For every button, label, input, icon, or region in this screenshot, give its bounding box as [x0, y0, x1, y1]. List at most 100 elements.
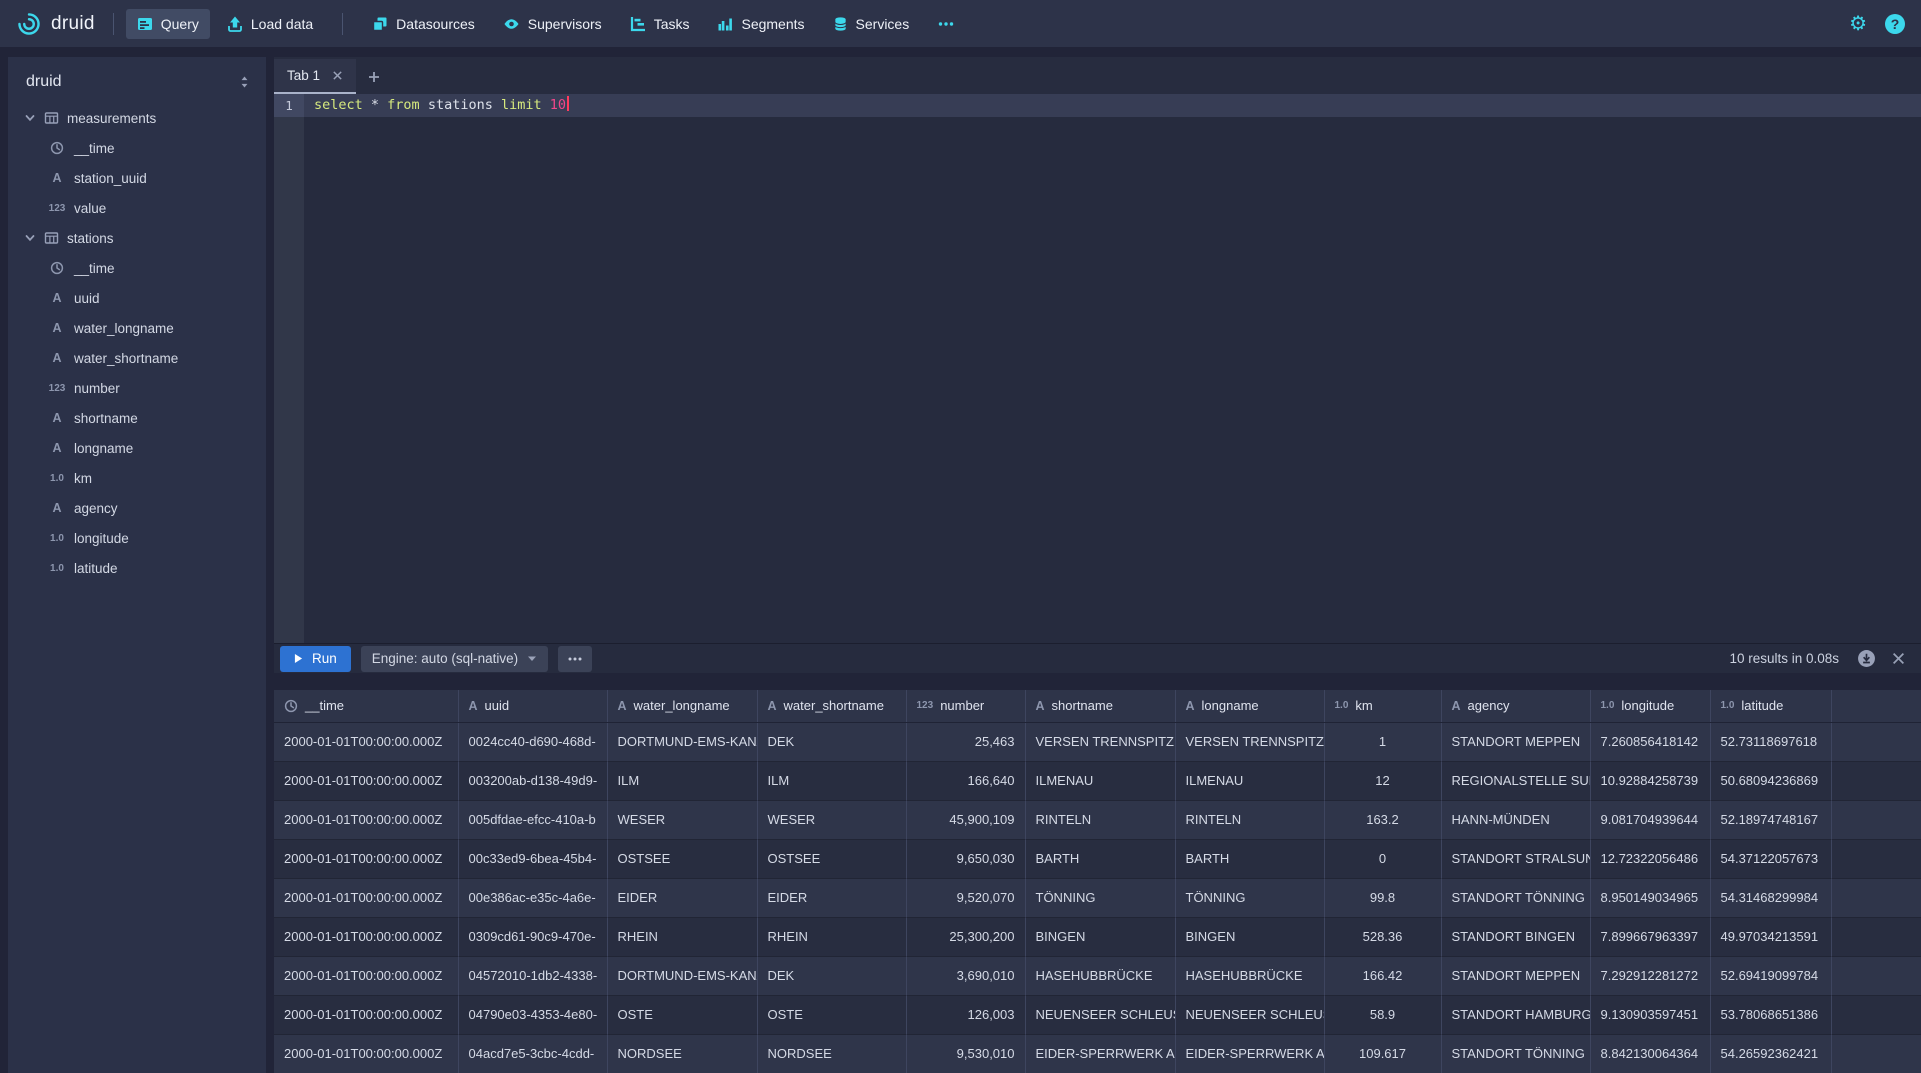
table-row[interactable]: 2000-01-01T00:00:00.000Z00c33ed9-6bea-45…	[274, 839, 1921, 878]
cell-shortname[interactable]: RINTELN	[1025, 800, 1175, 839]
nav-item-more[interactable]	[926, 9, 966, 39]
cell-water-shortname[interactable]: ILM	[757, 761, 906, 800]
query-more-button[interactable]	[558, 646, 592, 672]
tree-item-shortname[interactable]: Ashortname	[8, 403, 266, 433]
cell-water-shortname[interactable]: OSTSEE	[757, 839, 906, 878]
cell-longname[interactable]: VERSEN TRENNSPITZE	[1175, 722, 1324, 761]
cell-shortname[interactable]: TÖNNING	[1025, 878, 1175, 917]
cell-latitude[interactable]: 54.26592362421	[1710, 1034, 1831, 1073]
tree-item-time[interactable]: __time	[8, 133, 266, 163]
cell-time[interactable]: 2000-01-01T00:00:00.000Z	[274, 995, 458, 1034]
tree-item-station-uuid[interactable]: Astation_uuid	[8, 163, 266, 193]
nav-item-services[interactable]: Services	[822, 9, 921, 39]
column-header-time[interactable]: __time	[274, 690, 458, 722]
tab-close-icon[interactable]	[332, 70, 343, 81]
cell-time[interactable]: 2000-01-01T00:00:00.000Z	[274, 839, 458, 878]
cell-uuid[interactable]: 003200ab-d138-49d9-	[458, 761, 607, 800]
cell-water-longname[interactable]: RHEIN	[607, 917, 757, 956]
cell-time[interactable]: 2000-01-01T00:00:00.000Z	[274, 761, 458, 800]
cell-water-shortname[interactable]: EIDER	[757, 878, 906, 917]
sql-line[interactable]: select * from stations limit 10	[304, 94, 1921, 117]
cell-uuid[interactable]: 00c33ed9-6bea-45b4-	[458, 839, 607, 878]
column-header-number[interactable]: 123number	[906, 690, 1025, 722]
cell-water-longname[interactable]: ILM	[607, 761, 757, 800]
cell-longname[interactable]: NEUENSEER SCHLEUS	[1175, 995, 1324, 1034]
cell-time[interactable]: 2000-01-01T00:00:00.000Z	[274, 1034, 458, 1073]
cell-longname[interactable]: HASEHUBBRÜCKE	[1175, 956, 1324, 995]
column-header-agency[interactable]: Aagency	[1441, 690, 1590, 722]
cell-latitude[interactable]: 50.68094236869	[1710, 761, 1831, 800]
close-results-icon[interactable]	[1892, 652, 1905, 665]
tree-item-longname[interactable]: Alongname	[8, 433, 266, 463]
nav-item-datasources[interactable]: Datasources	[361, 9, 486, 39]
cell-agency[interactable]: STANDORT MEPPEN	[1441, 722, 1590, 761]
column-header-water-longname[interactable]: Awater_longname	[607, 690, 757, 722]
cell-longitude[interactable]: 7.292912281272	[1590, 956, 1710, 995]
column-header-uuid[interactable]: Auuid	[458, 690, 607, 722]
cell-latitude[interactable]: 53.78068651386	[1710, 995, 1831, 1034]
cell-water-longname[interactable]: WESER	[607, 800, 757, 839]
tree-item-water-shortname[interactable]: Awater_shortname	[8, 343, 266, 373]
tree-item-km[interactable]: 1.0km	[8, 463, 266, 493]
cell-longitude[interactable]: 7.260856418142	[1590, 722, 1710, 761]
cell-km[interactable]: 1	[1324, 722, 1441, 761]
tree-item-number[interactable]: 123number	[8, 373, 266, 403]
cell-km[interactable]: 109.617	[1324, 1034, 1441, 1073]
cell-latitude[interactable]: 52.18974748167	[1710, 800, 1831, 839]
cell-longitude[interactable]: 8.842130064364	[1590, 1034, 1710, 1073]
cell-longname[interactable]: EIDER-SPERRWERK AP	[1175, 1034, 1324, 1073]
cell-number[interactable]: 126,003	[906, 995, 1025, 1034]
tree-item-stations[interactable]: stations	[8, 223, 266, 253]
cell-agency[interactable]: STANDORT TÖNNING	[1441, 1034, 1590, 1073]
nav-item-load-data[interactable]: Load data	[216, 9, 324, 39]
cell-number[interactable]: 9,520,070	[906, 878, 1025, 917]
cell-shortname[interactable]: ILMENAU	[1025, 761, 1175, 800]
cell-agency[interactable]: STANDORT STRALSUN	[1441, 839, 1590, 878]
cell-longitude[interactable]: 9.130903597451	[1590, 995, 1710, 1034]
cell-latitude[interactable]: 54.31468299984	[1710, 878, 1831, 917]
tree-item-agency[interactable]: Aagency	[8, 493, 266, 523]
column-header-km[interactable]: 1.0km	[1324, 690, 1441, 722]
cell-time[interactable]: 2000-01-01T00:00:00.000Z	[274, 878, 458, 917]
cell-shortname[interactable]: EIDER-SPERRWERK AP	[1025, 1034, 1175, 1073]
table-row[interactable]: 2000-01-01T00:00:00.000Z00e386ac-e35c-4a…	[274, 878, 1921, 917]
cell-agency[interactable]: STANDORT TÖNNING	[1441, 878, 1590, 917]
run-button[interactable]: Run	[280, 646, 351, 672]
cell-longname[interactable]: TÖNNING	[1175, 878, 1324, 917]
cell-km[interactable]: 166.42	[1324, 956, 1441, 995]
cell-uuid[interactable]: 00e386ac-e35c-4a6e-	[458, 878, 607, 917]
cell-latitude[interactable]: 52.73118697618	[1710, 722, 1831, 761]
nav-item-segments[interactable]: Segments	[706, 9, 815, 39]
tree-item-longitude[interactable]: 1.0longitude	[8, 523, 266, 553]
table-row[interactable]: 2000-01-01T00:00:00.000Z04572010-1db2-43…	[274, 956, 1921, 995]
tab-1[interactable]: Tab 1	[274, 59, 356, 94]
cell-latitude[interactable]: 54.37122057673	[1710, 839, 1831, 878]
cell-agency[interactable]: HANN-MÜNDEN	[1441, 800, 1590, 839]
tree-item-measurements[interactable]: measurements	[8, 103, 266, 133]
help-icon[interactable]: ?	[1885, 14, 1905, 34]
cell-water-longname[interactable]: EIDER	[607, 878, 757, 917]
cell-uuid[interactable]: 0024cc40-d690-468d-	[458, 722, 607, 761]
cell-water-longname[interactable]: DORTMUND-EMS-KANA	[607, 722, 757, 761]
column-header-longname[interactable]: Alongname	[1175, 690, 1324, 722]
tree-item-value[interactable]: 123value	[8, 193, 266, 223]
tree-item-latitude[interactable]: 1.0latitude	[8, 553, 266, 583]
cell-longname[interactable]: ILMENAU	[1175, 761, 1324, 800]
cell-uuid[interactable]: 0309cd61-90c9-470e-	[458, 917, 607, 956]
cell-water-longname[interactable]: OSTSEE	[607, 839, 757, 878]
cell-uuid[interactable]: 04572010-1db2-4338-	[458, 956, 607, 995]
cell-time[interactable]: 2000-01-01T00:00:00.000Z	[274, 800, 458, 839]
cell-number[interactable]: 3,690,010	[906, 956, 1025, 995]
table-row[interactable]: 2000-01-01T00:00:00.000Z04790e03-4353-4e…	[274, 995, 1921, 1034]
cell-time[interactable]: 2000-01-01T00:00:00.000Z	[274, 956, 458, 995]
cell-uuid[interactable]: 04acd7e5-3cbc-4cdd-	[458, 1034, 607, 1073]
nav-item-query[interactable]: Query	[126, 9, 210, 39]
column-header-water-shortname[interactable]: Awater_shortname	[757, 690, 906, 722]
cell-km[interactable]: 163.2	[1324, 800, 1441, 839]
column-header-shortname[interactable]: Ashortname	[1025, 690, 1175, 722]
cell-water-shortname[interactable]: DEK	[757, 956, 906, 995]
cell-longname[interactable]: BINGEN	[1175, 917, 1324, 956]
cell-km[interactable]: 12	[1324, 761, 1441, 800]
cell-latitude[interactable]: 49.97034213591	[1710, 917, 1831, 956]
cell-shortname[interactable]: BINGEN	[1025, 917, 1175, 956]
